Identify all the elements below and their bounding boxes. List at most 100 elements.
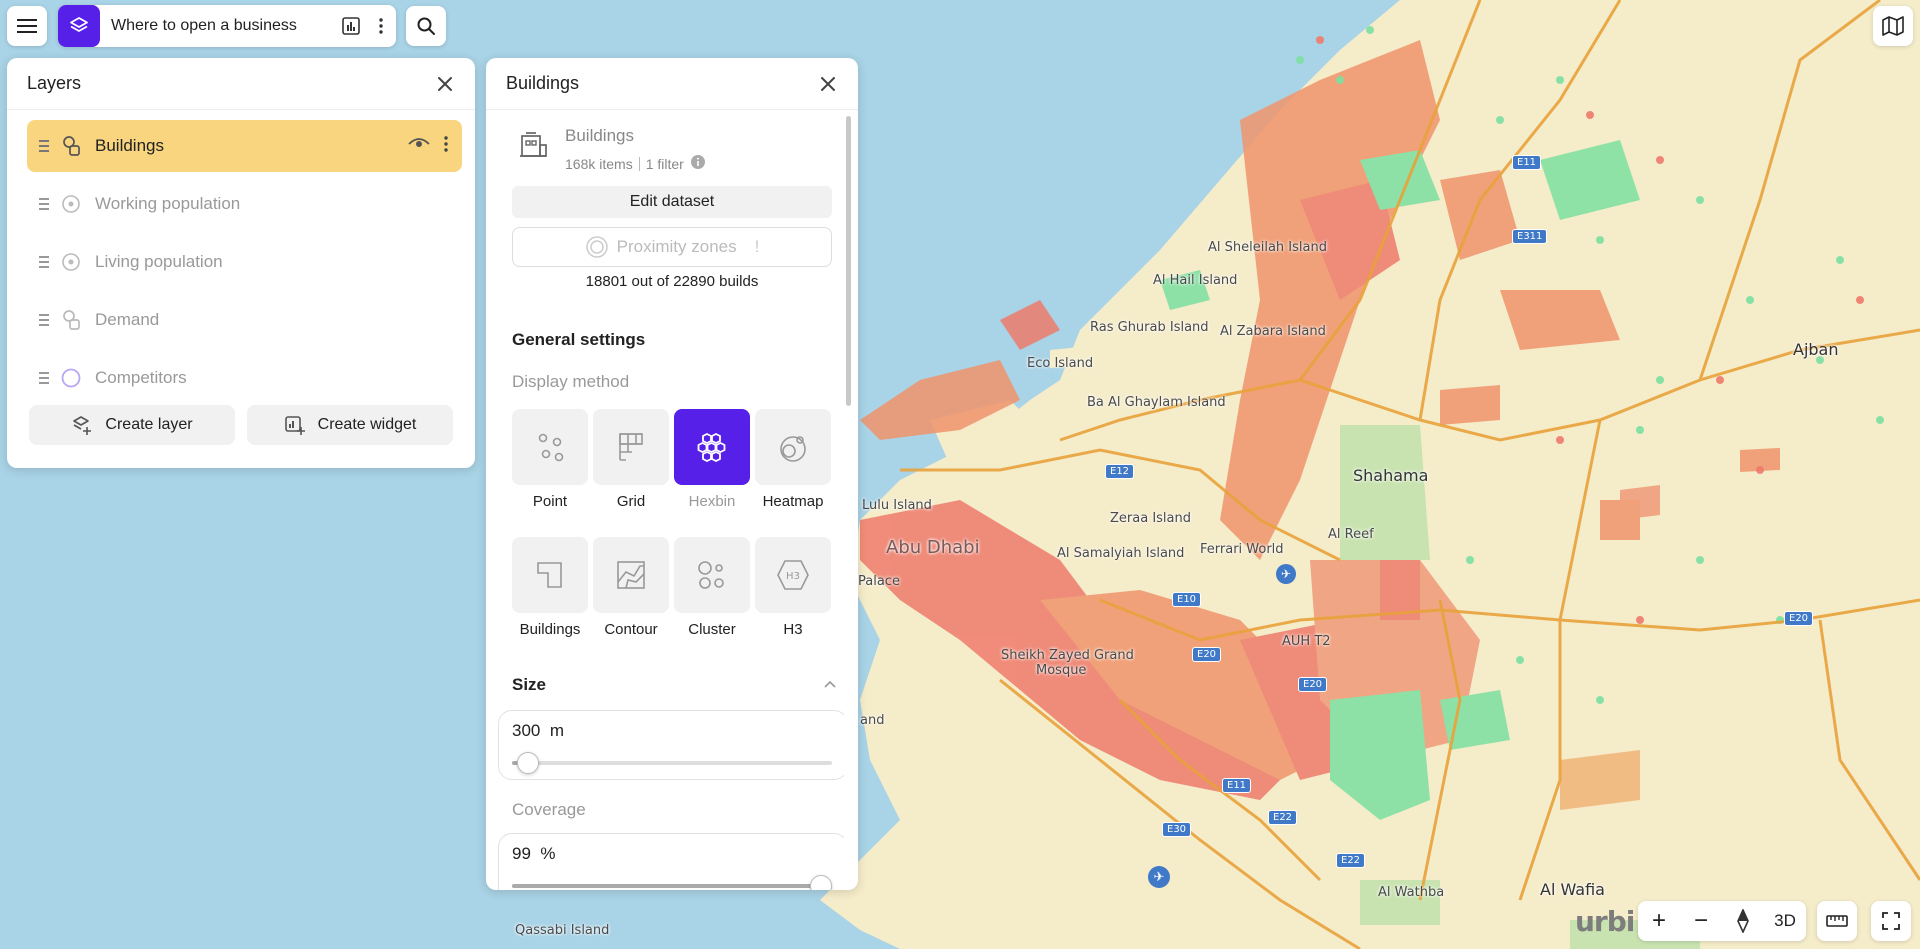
point-icon <box>538 433 564 462</box>
road-shield: E22 <box>1336 853 1366 868</box>
proximity-zones-icon <box>585 236 608 258</box>
layer-name: Working population <box>95 194 241 213</box>
airport-icon[interactable]: ✈ <box>1148 866 1170 888</box>
filter-count[interactable]: 1 filter <box>646 156 684 172</box>
info-icon[interactable] <box>690 154 706 173</box>
buildings-panel-title: Buildings <box>506 73 580 93</box>
coverage-value[interactable]: 99 <box>512 844 531 863</box>
basemap-button[interactable] <box>1873 6 1913 46</box>
collapse-chevron-icon[interactable] <box>823 676 837 694</box>
project-title: Where to open a business <box>111 17 297 34</box>
drag-handle-icon[interactable] <box>27 255 61 269</box>
size-slider-thumb[interactable] <box>517 752 539 774</box>
road-shield: E30 <box>1162 822 1192 837</box>
dataset-name: Buildings <box>565 126 634 145</box>
zoom-out-button[interactable]: − <box>1680 901 1722 941</box>
close-buildings-button[interactable] <box>818 74 838 94</box>
method-label: Point <box>532 493 568 510</box>
dataset-table-icon <box>518 130 548 165</box>
road-shield: E20 <box>1298 677 1328 692</box>
method-label: Buildings <box>519 621 581 638</box>
airport-icon[interactable]: ✈ <box>1276 564 1296 584</box>
edit-dataset-button[interactable]: Edit dataset <box>512 186 832 218</box>
map-controls: + − 3D <box>1638 901 1806 941</box>
contour-icon <box>617 561 645 589</box>
method-label: Contour <box>604 621 658 638</box>
map-label: Al Hail Island <box>1153 273 1238 288</box>
method-heatmap[interactable]: Heatmap <box>755 409 831 510</box>
warning-mark: ! <box>754 237 760 256</box>
drag-handle-icon[interactable] <box>27 139 61 153</box>
method-buildings[interactable]: Buildings <box>512 537 588 638</box>
map-label: Mosque <box>1036 663 1087 678</box>
close-icon <box>821 76 835 91</box>
coverage-title: Coverage <box>512 800 586 819</box>
method-cluster[interactable]: Cluster <box>674 537 750 638</box>
ruler-icon <box>1826 915 1848 927</box>
search-button[interactable] <box>406 6 446 46</box>
map-label: Eco Island <box>1027 356 1094 371</box>
project-more-button[interactable] <box>366 5 396 47</box>
layer-row-living-population[interactable]: Living population <box>27 236 462 288</box>
map-label: Sheikh Zayed Grand <box>1001 648 1134 663</box>
method-label: H3 <box>783 621 803 638</box>
layer-row-demand[interactable]: Demand <box>27 294 462 346</box>
method-hexbin[interactable]: Hexbin <box>674 409 750 510</box>
size-slider-box: 300 m <box>498 710 844 780</box>
layer-row-buildings[interactable]: Buildings <box>27 120 462 172</box>
proximity-zones-button[interactable]: Proximity zones ! <box>512 227 832 267</box>
dashboard-button[interactable] <box>336 5 366 47</box>
dataset-buildings-icon <box>61 135 95 157</box>
road-shield: E11 <box>1222 778 1252 793</box>
drag-handle-icon[interactable] <box>27 197 61 211</box>
method-h3[interactable]: H3 H3 <box>755 537 831 638</box>
panel-scrollbar[interactable] <box>846 116 851 406</box>
building-shape-icon <box>537 562 562 588</box>
method-label: Cluster <box>688 621 736 638</box>
layer-row-working-population[interactable]: Working population <box>27 178 462 230</box>
add-layer-icon <box>73 416 92 435</box>
create-widget-button[interactable]: Create widget <box>247 405 453 445</box>
layer-more-icon[interactable] <box>444 135 448 157</box>
layer-row-competitors[interactable]: Competitors <box>27 352 462 404</box>
size-value[interactable]: 300 <box>512 721 540 740</box>
menu-button[interactable] <box>7 6 47 46</box>
cluster-icon <box>698 561 724 589</box>
visibility-eye-icon[interactable] <box>408 137 430 156</box>
fullscreen-icon <box>1882 912 1900 930</box>
coverage-slider[interactable] <box>512 875 832 890</box>
method-grid[interactable]: Grid <box>593 409 669 510</box>
3d-toggle-button[interactable]: 3D <box>1764 901 1806 941</box>
map-label: Al Sheleilah Island <box>1208 240 1327 255</box>
drag-handle-icon[interactable] <box>27 313 61 327</box>
create-layer-button[interactable]: Create layer <box>29 405 235 445</box>
ruler-button[interactable] <box>1817 901 1857 941</box>
map-label: and <box>860 713 885 728</box>
chart-icon <box>342 17 360 35</box>
display-method-title: Display method <box>512 372 630 391</box>
close-layers-button[interactable] <box>435 74 455 94</box>
map-label: Al Samalyiah Island <box>1057 546 1185 561</box>
zoom-in-button[interactable]: + <box>1638 901 1680 941</box>
plus-icon: + <box>1651 907 1666 934</box>
coverage-slider-thumb[interactable] <box>810 875 832 890</box>
project-selector[interactable]: Where to open a business <box>58 5 396 47</box>
size-slider[interactable] <box>512 752 832 774</box>
layer-name: Demand <box>95 310 160 329</box>
urbi-logo: urbi <box>1575 905 1635 938</box>
method-point[interactable]: Point <box>512 409 588 510</box>
buildings-settings-panel: Buildings Buildings 168k items 1 filter … <box>486 58 858 890</box>
create-widget-label: Create widget <box>317 416 417 433</box>
map-label: Al Wafia <box>1540 880 1605 899</box>
map-label: Ferrari World <box>1200 542 1284 557</box>
method-contour[interactable]: Contour <box>593 537 669 638</box>
hamburger-icon <box>17 19 37 33</box>
compass-button[interactable] <box>1722 901 1764 941</box>
fullscreen-button[interactable] <box>1871 901 1911 941</box>
layer-name: Living population <box>95 252 223 271</box>
layers-panel-title: Layers <box>27 73 82 93</box>
map-label: Palace <box>858 574 900 589</box>
drag-handle-icon[interactable] <box>27 371 61 385</box>
layer-name: Competitors <box>95 368 187 387</box>
map-label: Al Zabara Island <box>1220 324 1326 339</box>
